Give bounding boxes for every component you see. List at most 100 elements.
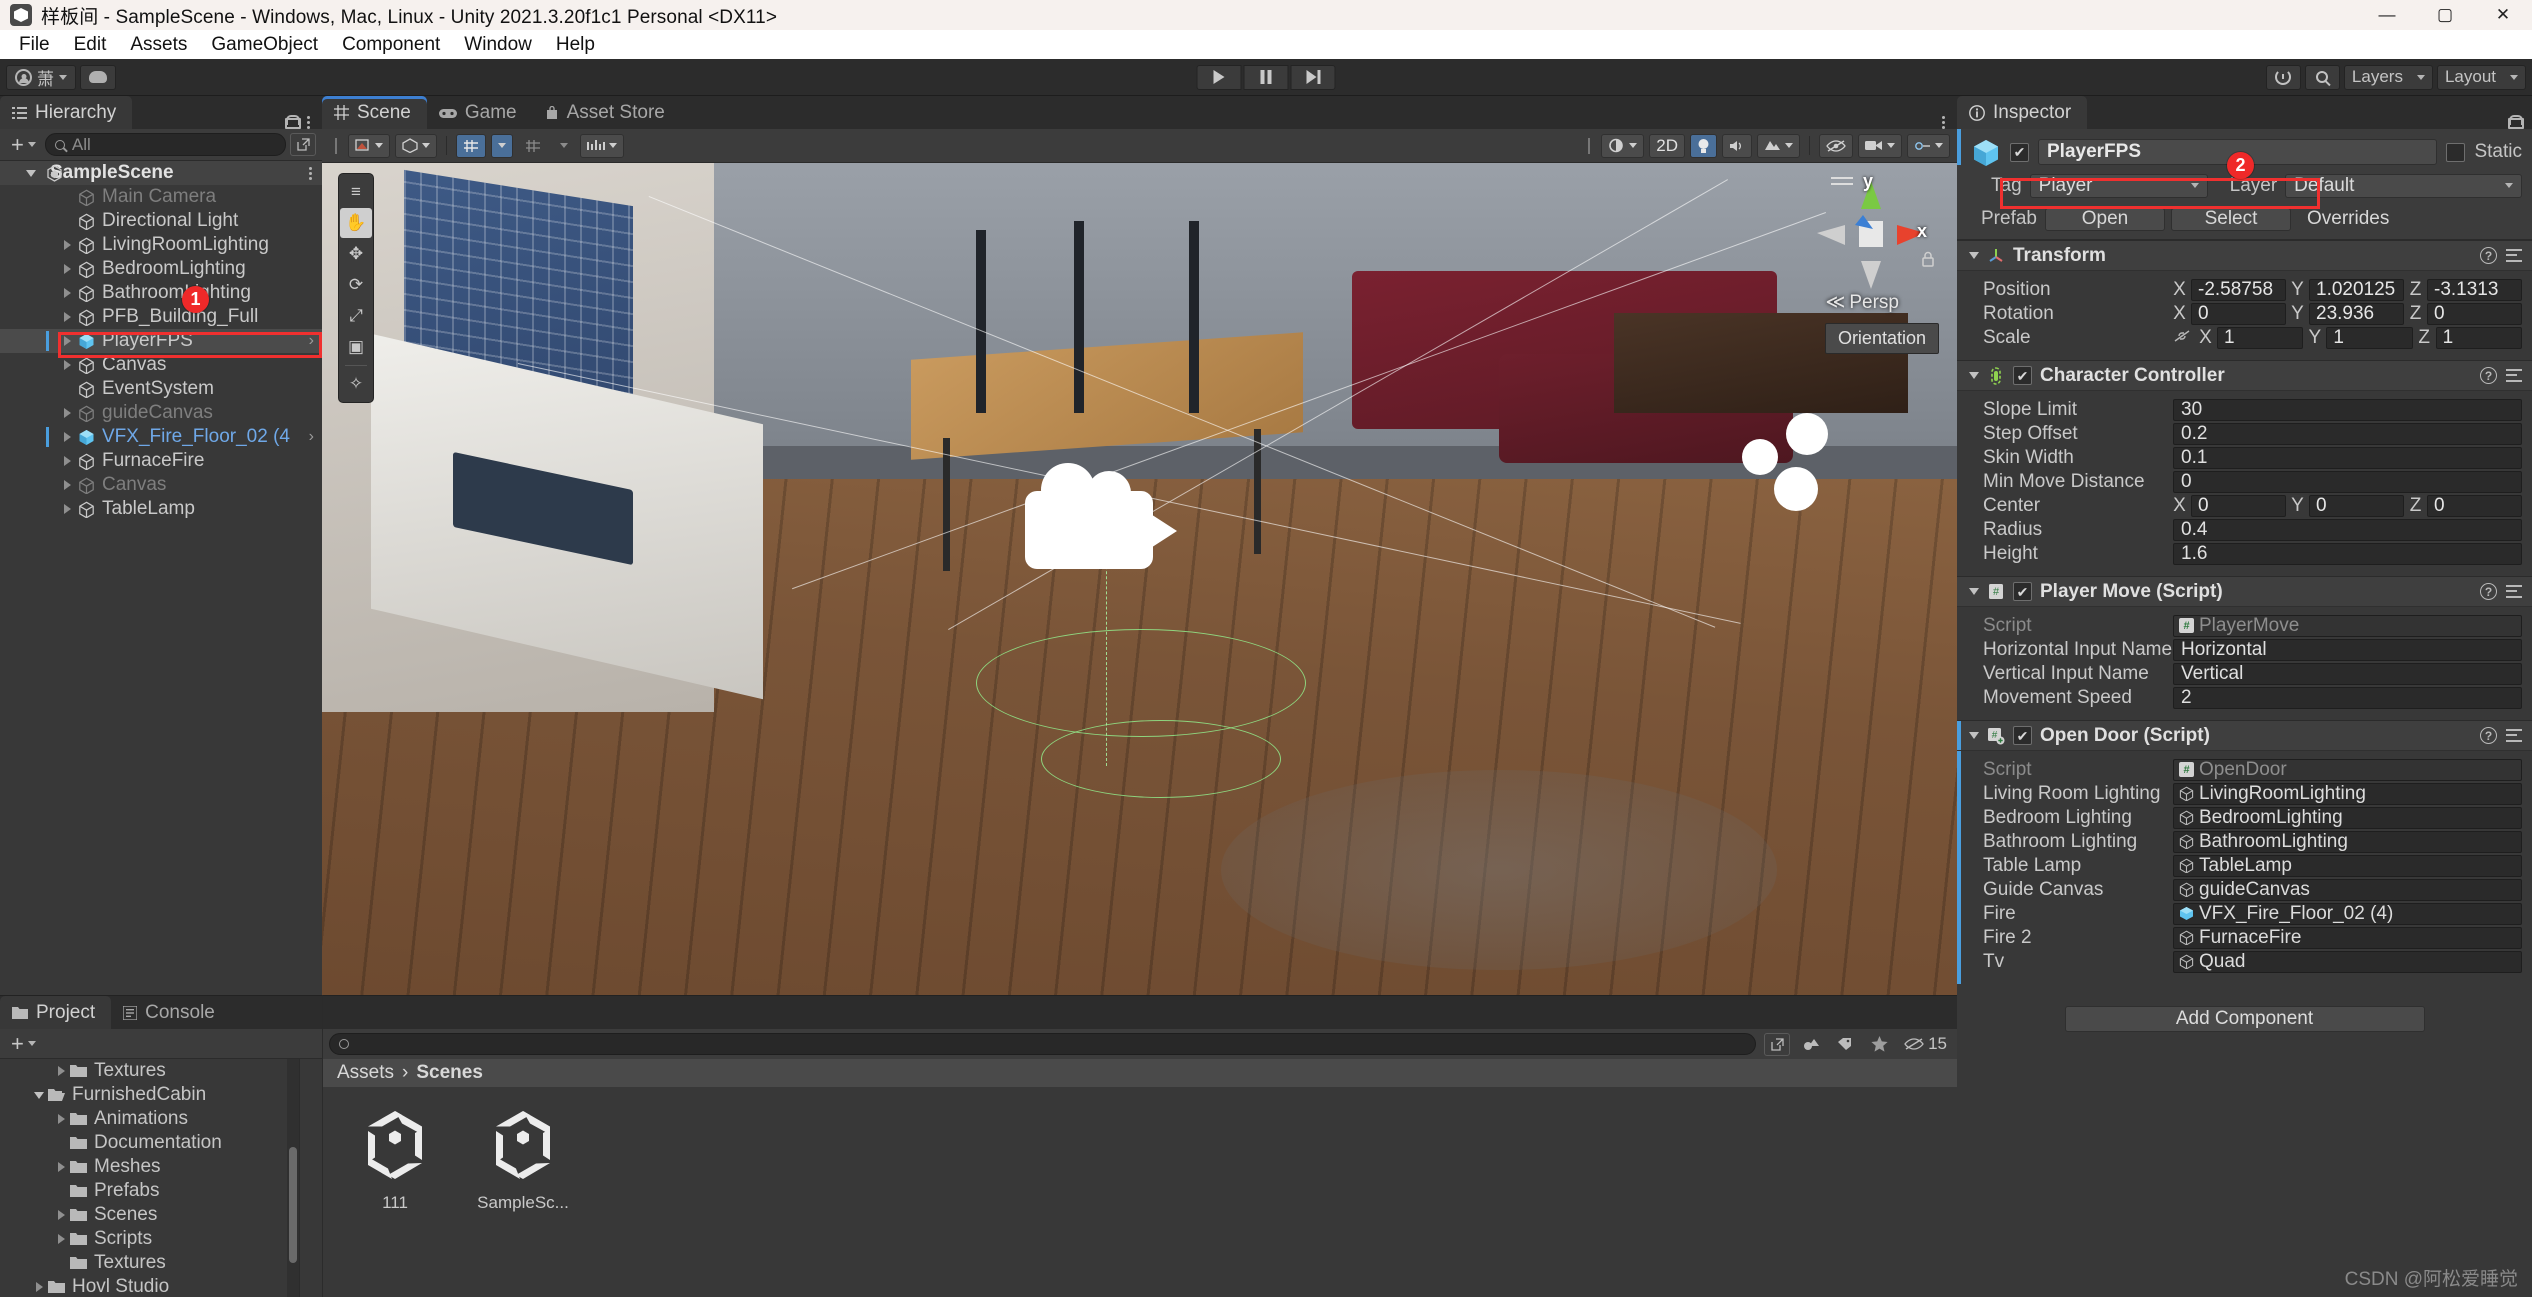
- project-folder-prefabs[interactable]: Prefabs: [0, 1179, 299, 1203]
- step-button[interactable]: [1290, 64, 1336, 90]
- prefab-open-button[interactable]: Open: [2045, 207, 2165, 231]
- tab-scene[interactable]: Scene: [322, 96, 427, 129]
- toolbar-grip[interactable]: [335, 137, 337, 154]
- history-button[interactable]: [2265, 64, 2301, 90]
- hierarchy-item-bedroomlighting[interactable]: BedroomLighting: [0, 257, 322, 281]
- preset-icon[interactable]: [2506, 584, 2522, 600]
- object-reference-field[interactable]: Quad: [2173, 950, 2522, 973]
- expand-arrow[interactable]: [58, 240, 76, 250]
- tab-console[interactable]: Console: [111, 996, 231, 1029]
- layers-dropdown[interactable]: Layers: [2343, 64, 2433, 90]
- tab-hierarchy[interactable]: Hierarchy: [0, 96, 133, 129]
- chevron-down-icon[interactable]: [1969, 252, 1979, 259]
- object-reference-field[interactable]: BedroomLighting: [2173, 806, 2522, 829]
- expand-arrow[interactable]: [58, 288, 76, 298]
- tab-project[interactable]: Project: [0, 996, 112, 1029]
- scene-hidden-objects-toggle[interactable]: [1819, 133, 1853, 158]
- field-y-input[interactable]: 1.020125: [2309, 278, 2404, 301]
- expand-arrow[interactable]: [58, 408, 76, 418]
- hierarchy-item-directional-light[interactable]: Directional Light: [0, 209, 322, 233]
- hierarchy-expand-button[interactable]: [290, 133, 316, 156]
- scene-camera-settings-button[interactable]: [1858, 133, 1902, 158]
- script-reference-field[interactable]: OpenDoor: [2173, 758, 2522, 781]
- vector3-field[interactable]: X0Y0Z0: [2173, 494, 2522, 517]
- vector3-field[interactable]: X 0 Y 23.936 Z 0: [2173, 302, 2522, 325]
- scale-tool-button[interactable]: ⤢: [340, 301, 372, 331]
- component-enabled-checkbox[interactable]: [2013, 726, 2032, 745]
- component-enabled-checkbox[interactable]: [2013, 582, 2032, 601]
- play-button[interactable]: [1196, 64, 1242, 90]
- tag-dropdown[interactable]: Player: [2029, 173, 2208, 198]
- project-hidden-count[interactable]: 15: [1900, 1033, 1951, 1056]
- menu-item-assets[interactable]: Assets: [118, 30, 199, 59]
- field-x-input[interactable]: -2.58758: [2191, 278, 2286, 301]
- expand-arrow[interactable]: [58, 504, 76, 514]
- field-y-input[interactable]: 23.936: [2309, 302, 2404, 325]
- field-input[interactable]: 0.1: [2173, 446, 2522, 469]
- scene-viewport[interactable]: ≡ ✋ ✥ ⟳ ⤢ ▣ ✧ y x ≪ Persp Orientation: [322, 163, 1957, 995]
- help-icon[interactable]: ?: [2480, 727, 2497, 744]
- project-expand-button[interactable]: [1764, 1032, 1791, 1056]
- object-reference-field[interactable]: LivingRoomLighting: [2173, 782, 2522, 805]
- breadcrumb-assets[interactable]: Assets: [337, 1062, 394, 1084]
- object-reference-field[interactable]: FurnaceFire: [2173, 926, 2522, 949]
- scene-projection-label[interactable]: ≪ Persp: [1825, 291, 1899, 314]
- menu-item-help[interactable]: Help: [544, 30, 607, 59]
- expand-arrow[interactable]: [58, 432, 76, 442]
- object-reference-field[interactable]: VFX_Fire_Floor_02 (4): [2173, 902, 2522, 925]
- layout-dropdown[interactable]: Layout: [2436, 64, 2526, 90]
- minimize-button[interactable]: —: [2358, 0, 2416, 30]
- hierarchy-scene-root[interactable]: SampleScene: [0, 161, 322, 185]
- project-tree-scrollbar[interactable]: [287, 1059, 299, 1297]
- scene-gizmos-toggle[interactable]: [1907, 133, 1950, 158]
- project-folder-meshes[interactable]: Meshes: [0, 1155, 299, 1179]
- field-input[interactable]: 2: [2173, 686, 2522, 709]
- field-x-input[interactable]: 1: [2217, 326, 2304, 349]
- project-folder-documentation[interactable]: Documentation: [0, 1131, 299, 1155]
- hierarchy-item-vfx-fire-floor-02-4[interactable]: VFX_Fire_Floor_02 (4 ›: [0, 425, 322, 449]
- project-favorites-button[interactable]: [1866, 1033, 1892, 1056]
- scene-snap-increment-button[interactable]: [580, 133, 624, 158]
- search-button[interactable]: [2304, 64, 2340, 90]
- field-input[interactable]: 0.2: [2173, 422, 2522, 445]
- account-button[interactable]: 萧: [6, 64, 76, 90]
- field-z-input[interactable]: -3.1313: [2427, 278, 2522, 301]
- chevron-down-icon[interactable]: [1969, 588, 1979, 595]
- rotate-tool-button[interactable]: ⟳: [340, 270, 372, 300]
- tab-asset-store[interactable]: Asset Store: [533, 96, 681, 129]
- project-folder-textures[interactable]: Textures: [0, 1059, 299, 1083]
- hierarchy-item-guidecanvas[interactable]: guideCanvas: [0, 401, 322, 425]
- project-folder-animations[interactable]: Animations: [0, 1107, 299, 1131]
- toolbar-grip[interactable]: [1588, 137, 1591, 154]
- layer-dropdown[interactable]: Default: [2285, 173, 2522, 198]
- object-reference-field[interactable]: guideCanvas: [2173, 878, 2522, 901]
- field-z-input[interactable]: 0: [2427, 302, 2522, 325]
- field-input[interactable]: Horizontal: [2173, 638, 2522, 661]
- component-header[interactable]: Character Controller?: [1957, 361, 2532, 391]
- static-checkbox[interactable]: [2446, 142, 2466, 162]
- preset-icon[interactable]: [2506, 368, 2522, 384]
- chevron-down-icon[interactable]: [26, 170, 36, 177]
- cloud-button[interactable]: [80, 64, 116, 90]
- hand-tool-button[interactable]: ✋: [340, 208, 372, 238]
- hierarchy-item-eventsystem[interactable]: EventSystem: [0, 377, 322, 401]
- project-filter-type-button[interactable]: [1798, 1033, 1824, 1056]
- add-component-button[interactable]: Add Component: [2064, 1006, 2425, 1032]
- help-icon[interactable]: ?: [2480, 583, 2497, 600]
- project-filter-label-button[interactable]: [1832, 1033, 1858, 1056]
- object-reference-field[interactable]: TableLamp: [2173, 854, 2522, 877]
- project-folder-textures[interactable]: Textures: [0, 1251, 299, 1275]
- field-input[interactable]: 30: [2173, 398, 2522, 421]
- component-header[interactable]: # Player Move (Script)?: [1957, 577, 2532, 607]
- lock-icon[interactable]: [2508, 115, 2524, 129]
- scene-grid-toggle[interactable]: [456, 133, 486, 158]
- scene-grid-snap-dropdown[interactable]: [553, 133, 575, 158]
- field-y-input[interactable]: 0: [2309, 494, 2404, 517]
- chevron-right-icon[interactable]: [57, 1210, 65, 1220]
- expand-arrow[interactable]: [58, 480, 76, 490]
- field-y-input[interactable]: 1: [2326, 326, 2413, 349]
- expand-arrow[interactable]: [58, 312, 76, 322]
- hierarchy-tree[interactable]: SampleScene Main Camera Directional Light…: [0, 161, 322, 995]
- help-icon[interactable]: ?: [2480, 367, 2497, 384]
- tool-overlay-handle[interactable]: ≡: [340, 177, 372, 207]
